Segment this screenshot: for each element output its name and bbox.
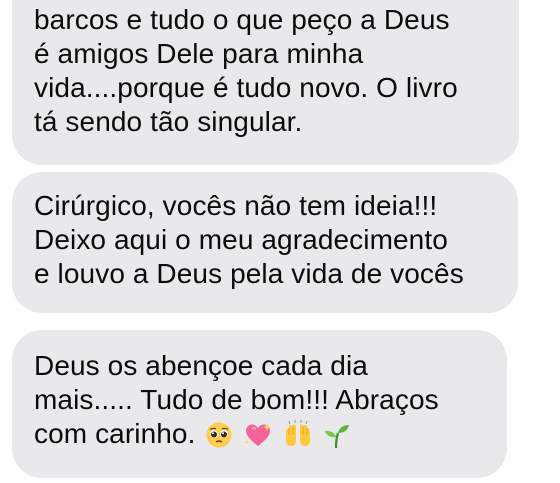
raising-hands-icon [286,420,311,446]
message-text-line-with-emoji: com carinho. [34,417,487,451]
message-text-line: e louvo a Deus pela vida de vocês [34,258,464,289]
message-text-line: mais..... Tudo de bom!!! Abraços [34,384,439,415]
message-text-line: é amigos Dele para minha [34,38,364,69]
message-bubble[interactable]: barcos e tudo o que peço a Deus é amigos… [12,0,519,165]
sparkling-heart-icon [244,423,272,446]
seedling-icon [325,425,350,449]
pleading-face-icon [206,422,232,448]
message-text-line: Deixo aqui o meu agradecimento [34,224,448,255]
message-text-line: Cirúrgico, vocês não tem ideia!!! [34,190,438,221]
message-text-line: vida....porque é tudo novo. O livro [34,72,458,103]
message-bubble[interactable]: Cirúrgico, vocês não tem ideia!!! Deixo … [12,172,518,313]
message-text-line: tá sendo tão singular. [34,106,303,137]
message-text: com carinho. [34,418,196,449]
message-text-line: Deus os abençoe cada dia [34,350,368,381]
message-bubble[interactable]: Deus os abençoe cada dia mais..... Tudo … [12,330,507,478]
message-text-line: barcos e tudo o que peço a Deus [34,4,450,35]
